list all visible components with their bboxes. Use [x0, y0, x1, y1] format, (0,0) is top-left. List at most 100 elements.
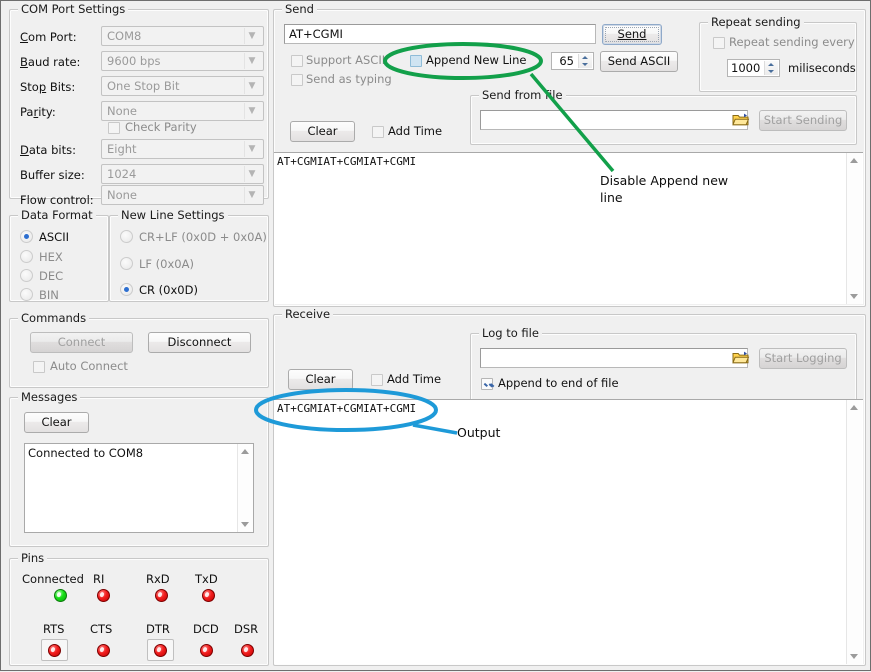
radio-lf[interactable]: [120, 257, 133, 270]
send-file-path-input[interactable]: [480, 110, 748, 130]
send-log-area[interactable]: AT+CGMIAT+CGMIAT+CGMI: [274, 152, 863, 304]
send-command-input[interactable]: AT+CGMI: [284, 24, 596, 44]
append-new-line-label: Append New Line: [426, 53, 527, 67]
scroll-down-icon[interactable]: [241, 522, 249, 527]
com-port-combo[interactable]: COM8 ▼: [101, 26, 264, 46]
com-port-value: COM8: [107, 29, 141, 43]
send-from-file-group: Send from file Start Sending: [470, 95, 857, 145]
receive-add-time-label: Add Time: [387, 372, 441, 386]
support-ascii-checkbox[interactable]: [291, 55, 303, 67]
pin-label-cts: CTS: [90, 622, 112, 636]
parity-value: None: [107, 104, 137, 118]
messages-clear-button[interactable]: Clear: [24, 412, 89, 433]
pin-led-dtr: [154, 644, 167, 657]
send-ascii-button[interactable]: Send ASCII: [600, 51, 678, 72]
send-log-scrollbar[interactable]: [846, 153, 862, 304]
radio-lf-label: LF (0x0A): [139, 257, 194, 271]
receive-log-area[interactable]: AT+CGMIAT+CGMIAT+CGMI: [274, 399, 863, 664]
receive-log-scrollbar[interactable]: [846, 400, 862, 664]
append-new-line-checkbox[interactable]: [410, 55, 422, 67]
connect-button-label: Connect: [58, 335, 106, 349]
flow-control-label: Flow control:: [20, 193, 94, 207]
auto-connect-label: Auto Connect: [50, 359, 128, 373]
com-port-label: Com Port:: [20, 30, 77, 44]
pin-label-dtr: DTR: [146, 622, 170, 636]
commands-group: Commands Connect Disconnect Auto Connect: [9, 318, 269, 388]
com-port-settings-group: COM Port Settings Com Port: COM8 ▼ Baud …: [9, 9, 269, 199]
radio-crlf[interactable]: [120, 230, 133, 243]
messages-log-area[interactable]: Connected to COM8: [24, 443, 254, 533]
messages-log-text: Connected to COM8: [28, 446, 235, 460]
send-from-file-caption: Send from file: [479, 88, 566, 102]
repeat-interval-value: 1000: [731, 60, 762, 76]
connect-button[interactable]: Connect: [30, 332, 133, 353]
send-log-text: AT+CGMIAT+CGMIAT+CGMI: [277, 155, 845, 169]
ascii-code-stepper[interactable]: [578, 54, 592, 68]
append-to-end-label: Append to end of file: [498, 376, 619, 390]
baud-rate-label: Baud rate:: [20, 55, 80, 69]
start-sending-button[interactable]: Start Sending: [759, 110, 847, 131]
folder-open-icon[interactable]: [732, 112, 750, 127]
chevron-down-icon: ▼: [245, 102, 259, 121]
scroll-up-icon[interactable]: [241, 449, 249, 454]
append-to-end-checkbox[interactable]: [481, 378, 493, 390]
data-bits-combo[interactable]: Eight ▼: [101, 139, 264, 159]
new-line-settings-group: New Line Settings CR+LF (0x0D + 0x0A) LF…: [109, 215, 269, 302]
radio-bin-label: BIN: [39, 288, 59, 302]
chevron-down-icon: ▼: [245, 77, 259, 96]
data-format-group: Data Format ASCII HEX DEC BIN: [9, 215, 109, 302]
scroll-down-icon[interactable]: [850, 654, 858, 659]
start-logging-label: Start Logging: [764, 351, 841, 365]
pin-led-connected: [54, 589, 67, 602]
ascii-code-spinner[interactable]: 65: [551, 52, 594, 70]
stop-bits-combo[interactable]: One Stop Bit ▼: [101, 76, 264, 96]
ascii-code-value: 65: [555, 53, 576, 69]
repeat-interval-stepper[interactable]: [764, 61, 778, 75]
repeat-sending-checkbox[interactable]: [713, 37, 725, 49]
radio-cr[interactable]: [120, 283, 133, 296]
pin-led-dsr: [241, 644, 254, 657]
receive-group: Receive Clear Add Time Log to file Start…: [273, 314, 866, 666]
chevron-down-icon: ▼: [245, 27, 259, 46]
receive-clear-button[interactable]: Clear: [288, 369, 353, 390]
serial-terminal-window: COM Port Settings Com Port: COM8 ▼ Baud …: [0, 0, 871, 671]
send-button[interactable]: Send: [602, 24, 662, 45]
pin-led-dcd: [200, 644, 213, 657]
send-clear-button[interactable]: Clear: [290, 121, 355, 142]
check-parity-label: Check Parity: [125, 120, 197, 134]
disconnect-button[interactable]: Disconnect: [148, 332, 251, 353]
flow-control-combo[interactable]: None ▼: [101, 185, 264, 205]
radio-cr-label: CR (0x0D): [139, 283, 198, 297]
send-add-time-checkbox[interactable]: [372, 126, 384, 138]
check-parity-checkbox[interactable]: [108, 122, 120, 134]
pin-label-rxd: RxD: [146, 572, 170, 586]
radio-dec[interactable]: [20, 269, 33, 282]
receive-add-time-checkbox[interactable]: [371, 374, 383, 386]
radio-bin[interactable]: [20, 288, 33, 301]
repeat-sending-group: Repeat sending Repeat sending every 1000…: [699, 22, 857, 92]
messages-caption: Messages: [18, 390, 80, 404]
scroll-up-icon[interactable]: [850, 405, 858, 410]
auto-connect-checkbox[interactable]: [33, 361, 45, 373]
scroll-up-icon[interactable]: [850, 158, 858, 163]
log-file-path-input[interactable]: [480, 348, 748, 368]
send-as-typing-checkbox[interactable]: [291, 74, 303, 86]
chevron-down-icon: ▼: [245, 140, 259, 159]
messages-scrollbar[interactable]: [237, 444, 253, 532]
radio-crlf-label: CR+LF (0x0D + 0x0A): [139, 230, 267, 244]
repeat-interval-spinner[interactable]: 1000: [727, 59, 780, 77]
receive-clear-label: Clear: [305, 372, 335, 386]
repeat-sending-caption: Repeat sending: [708, 15, 804, 29]
buffer-size-combo[interactable]: 1024 ▼: [101, 164, 264, 184]
radio-ascii[interactable]: [20, 230, 33, 243]
send-clear-label: Clear: [307, 124, 337, 138]
radio-dec-label: DEC: [39, 269, 63, 283]
start-logging-button[interactable]: Start Logging: [759, 348, 847, 369]
radio-hex[interactable]: [20, 250, 33, 263]
baud-rate-value: 9600 bps: [107, 54, 161, 68]
send-command-value: AT+CGMI: [289, 27, 343, 41]
baud-rate-combo[interactable]: 9600 bps ▼: [101, 51, 264, 71]
folder-open-icon[interactable]: [732, 350, 750, 365]
parity-combo[interactable]: None ▼: [101, 101, 264, 121]
scroll-down-icon[interactable]: [850, 294, 858, 299]
